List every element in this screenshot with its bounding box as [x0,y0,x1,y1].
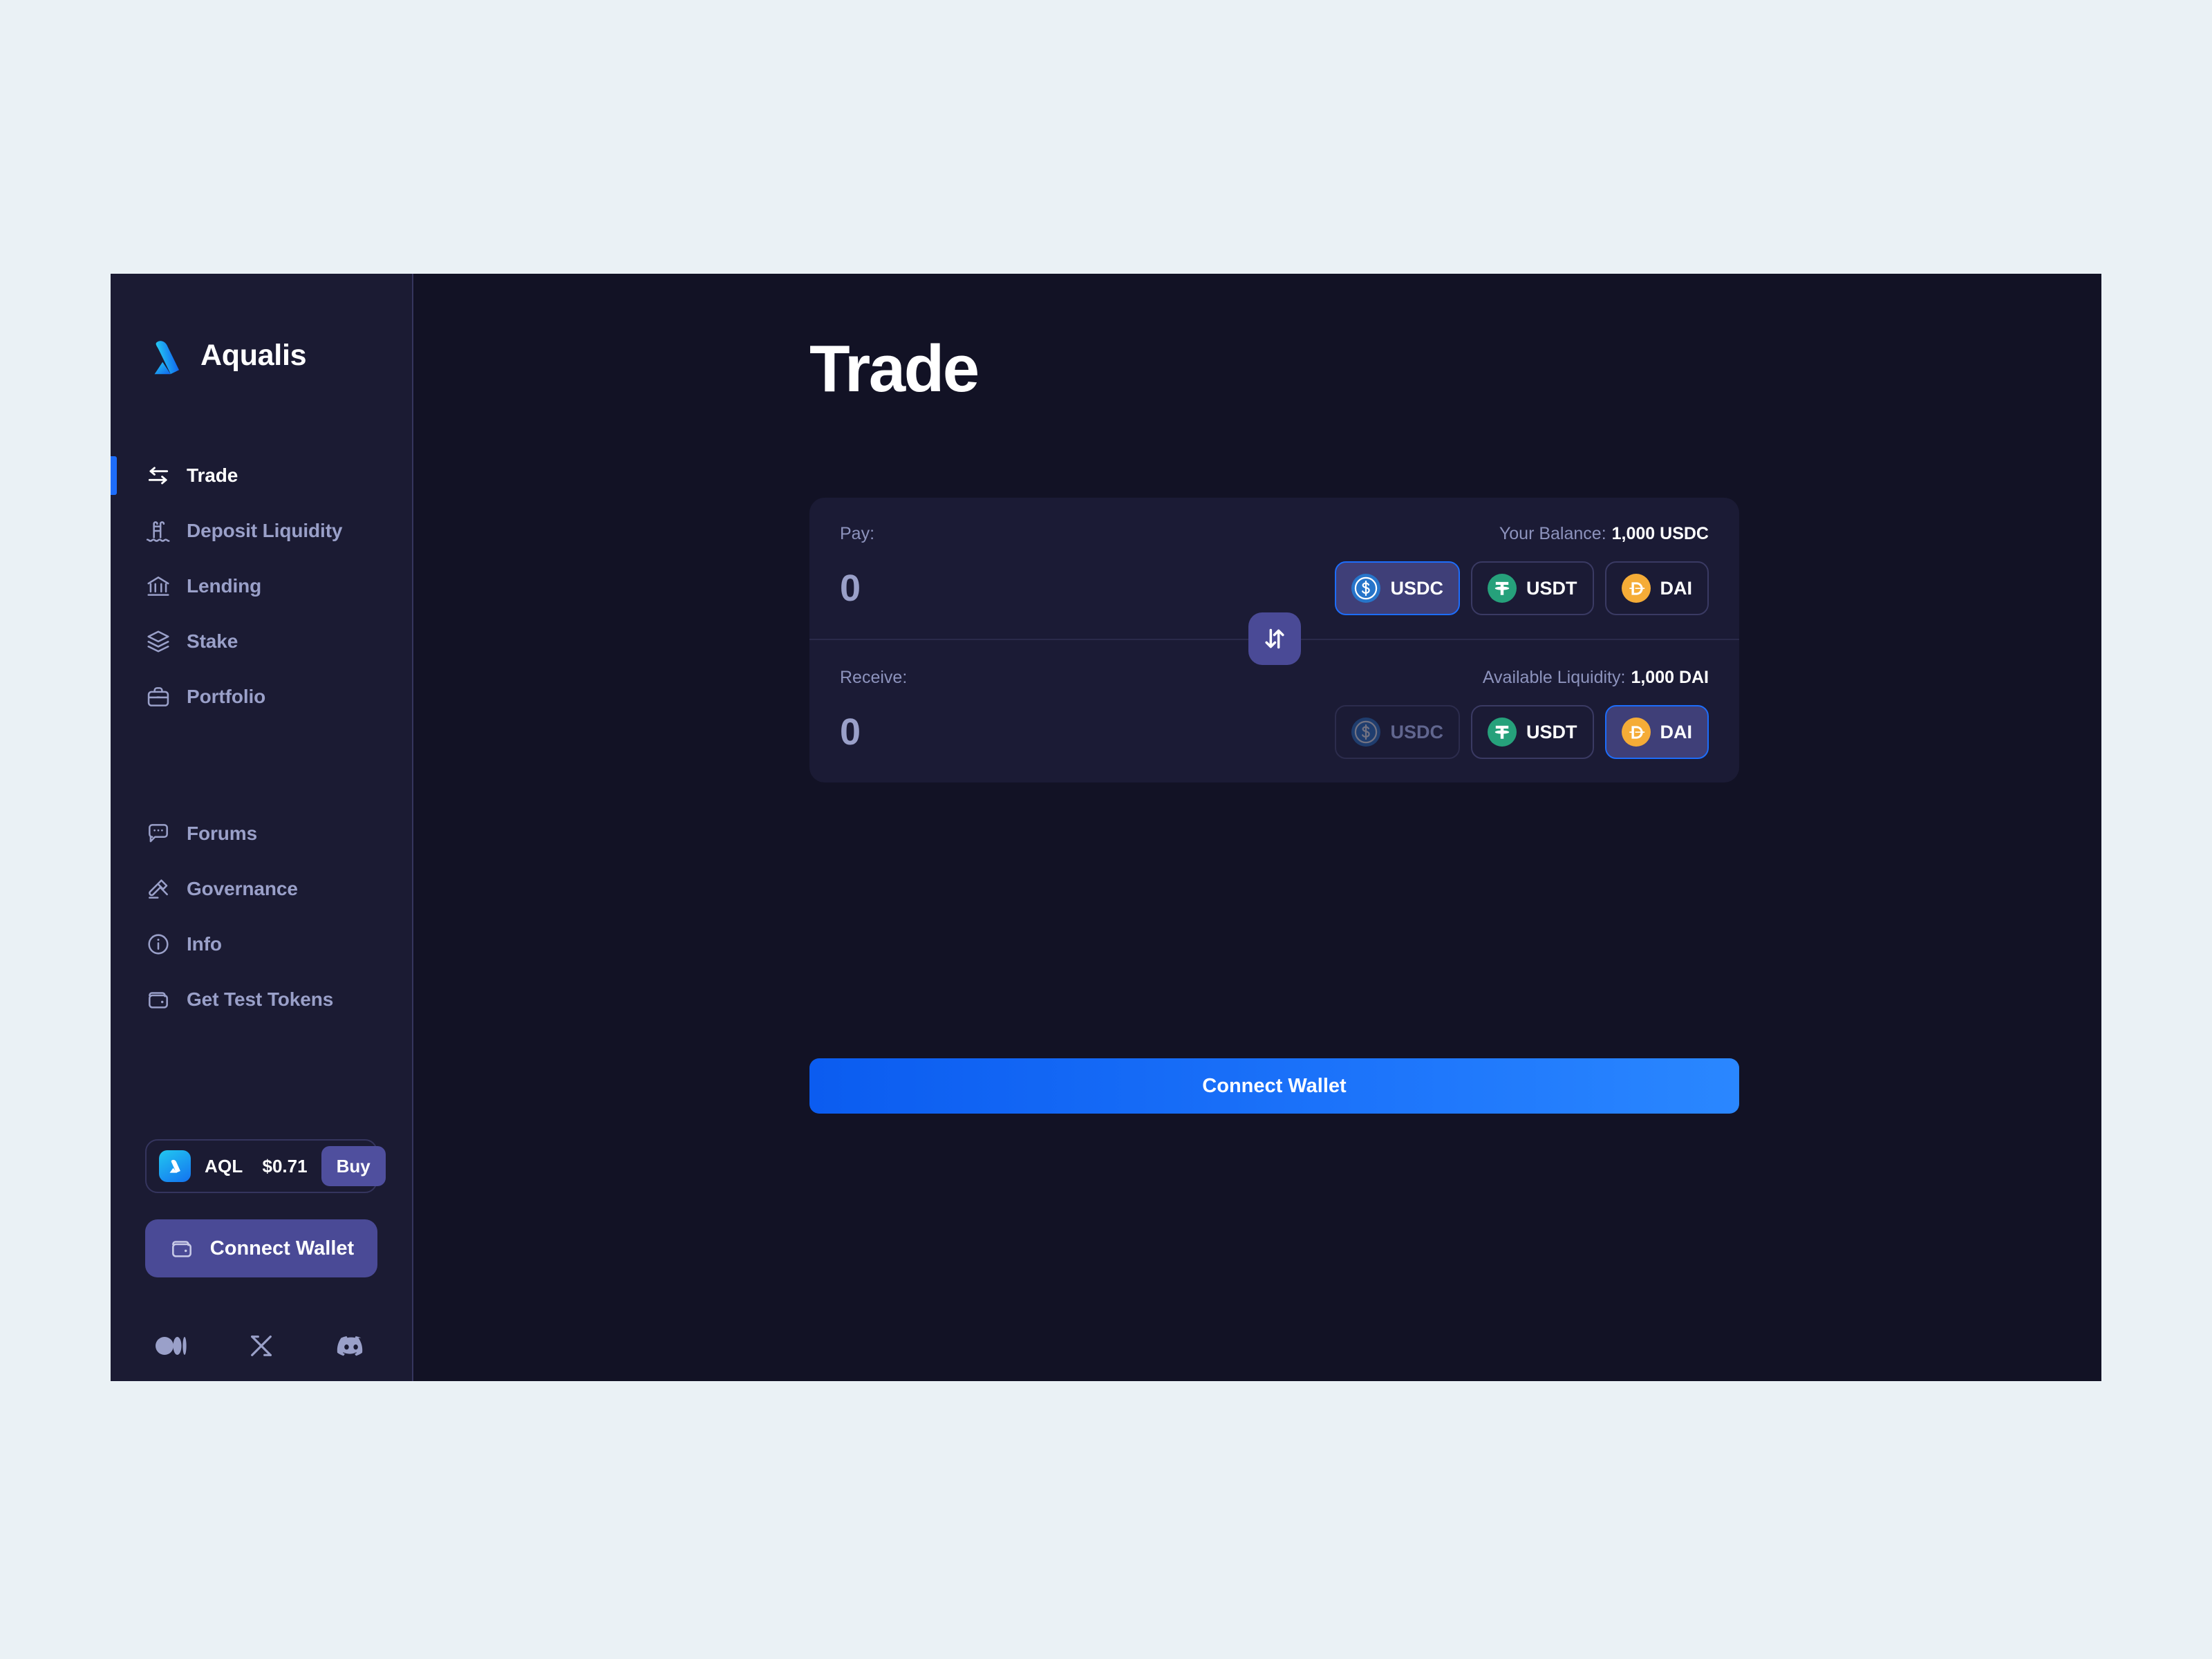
aql-price: $0.71 [262,1155,308,1177]
sidebar: Aqualis Trade Deposit Liquidity Lending … [111,274,413,1381]
sidebar-item-portfolio[interactable]: Portfolio [111,669,412,724]
your-balance: Your Balance: 1,000 USDC [1499,525,1709,543]
sidebar-item-get-test-tokens[interactable]: Get Test Tokens [111,972,412,1027]
app-window: Aqualis Trade Deposit Liquidity Lending … [111,274,2101,1381]
sidebar-item-deposit-liquidity[interactable]: Deposit Liquidity [111,503,412,559]
pay-token-dai-label: DAI [1660,577,1693,599]
brand-name: Aqualis [200,338,307,372]
usdc-icon [1351,718,1381,747]
buy-aql-button[interactable]: Buy [321,1146,386,1186]
aql-token-icon [159,1150,191,1182]
bank-icon [145,573,171,599]
sidebar-item-lending[interactable]: Lending [111,559,412,614]
receive-amount-input[interactable] [840,710,1268,754]
medium-icon[interactable] [155,1329,188,1362]
wallet-icon [145,986,171,1013]
receive-token-group: USDC USDT DAI [1335,705,1709,759]
connect-wallet-cta[interactable]: Connect Wallet [809,1058,1739,1114]
sidebar-item-label: Info [187,933,222,955]
x-twitter-icon[interactable] [245,1329,278,1362]
pay-token-usdt[interactable]: USDT [1471,561,1594,615]
swap-direction-button[interactable] [1248,612,1301,665]
receive-token-dai[interactable]: DAI [1604,705,1709,759]
sidebar-nav-secondary: Forums Governance Info Get Test Tokens [111,806,412,1027]
receive-token-usdt[interactable]: USDT [1471,705,1594,759]
pay-token-dai[interactable]: DAI [1604,561,1709,615]
briefcase-icon [145,684,171,710]
aql-symbol: AQL [205,1155,243,1177]
pay-row: Pay: Your Balance: 1,000 USDC 0 USDC USD… [809,498,1739,665]
sidebar-item-label: Lending [187,575,262,597]
your-balance-value: 1,000 USDC [1611,524,1709,543]
aql-token-widget[interactable]: AQL $0.71 Buy [145,1139,386,1193]
social-links [145,1277,377,1381]
sidebar-nav-primary: Trade Deposit Liquidity Lending Stake Po… [111,448,412,724]
main-content: Trade Pay: Your Balance: 1,000 USDC 0 US… [413,274,2101,1381]
receive-token-usdc-label: USDC [1390,721,1443,742]
wallet-icon [169,1235,195,1262]
pay-token-usdc-label: USDC [1390,577,1443,599]
pay-row-header: Pay: Your Balance: 1,000 USDC [840,525,1709,549]
receive-token-dai-label: DAI [1660,721,1693,742]
sidebar-item-forums[interactable]: Forums [111,806,412,861]
available-liquidity-value: 1,000 DAI [1631,668,1709,687]
aqualis-logo-icon [145,335,188,378]
discord-icon[interactable] [335,1329,368,1362]
pay-row-body: USDC USDT [840,561,1709,615]
pay-amount-input[interactable] [840,566,1268,610]
sidebar-bottom: AQL $0.71 Buy Connect Wallet [111,1139,412,1381]
usdt-icon [1488,718,1517,747]
your-balance-label: Your Balance: [1499,524,1606,543]
page-title: Trade [809,332,980,406]
brand[interactable]: Aqualis [111,274,412,377]
info-circle-icon [145,931,171,957]
pay-token-group: USDC USDT DAI [1335,561,1709,615]
swap-arrows-icon [145,462,171,489]
sidebar-connect-wallet-button[interactable]: Connect Wallet [145,1219,377,1277]
sidebar-item-label: Forums [187,823,258,844]
sidebar-item-label: Deposit Liquidity [187,520,343,541]
sidebar-connect-wallet-label: Connect Wallet [209,1237,355,1259]
sidebar-item-info[interactable]: Info [111,917,412,972]
sidebar-item-label: Trade [187,465,238,486]
sidebar-item-label: Stake [187,630,238,652]
pool-ladder-icon [145,518,171,544]
pay-token-usdc[interactable]: USDC [1335,561,1460,615]
swap-vertical-icon [1261,625,1288,653]
sidebar-item-label: Governance [187,878,298,899]
sidebar-item-label: Get Test Tokens [187,988,334,1010]
trade-card: Pay: Your Balance: 1,000 USDC 0 USDC USD… [809,498,1739,782]
sidebar-item-label: Portfolio [187,686,266,707]
sidebar-item-governance[interactable]: Governance [111,861,412,917]
available-liquidity-label: Available Liquidity: [1482,668,1626,687]
usdc-icon [1351,574,1381,603]
chat-bubble-icon [145,821,171,847]
dai-icon [1621,718,1651,747]
available-liquidity: Available Liquidity: 1,000 DAI [1483,669,1709,686]
receive-row-header: Receive: Available Liquidity: 1,000 DAI [840,669,1709,693]
receive-token-usdt-label: USDT [1526,721,1577,742]
usdt-icon [1488,574,1517,603]
sidebar-item-stake[interactable]: Stake [111,614,412,669]
pay-token-usdt-label: USDT [1526,577,1577,599]
layers-icon [145,628,171,655]
pay-label: Pay: [840,524,875,543]
receive-token-usdc: USDC [1335,705,1460,759]
gavel-icon [145,876,171,902]
receive-label: Receive: [840,668,908,687]
receive-row-body: USDC USDT [840,705,1709,759]
dai-icon [1621,574,1651,603]
sidebar-item-trade[interactable]: Trade [111,448,412,503]
